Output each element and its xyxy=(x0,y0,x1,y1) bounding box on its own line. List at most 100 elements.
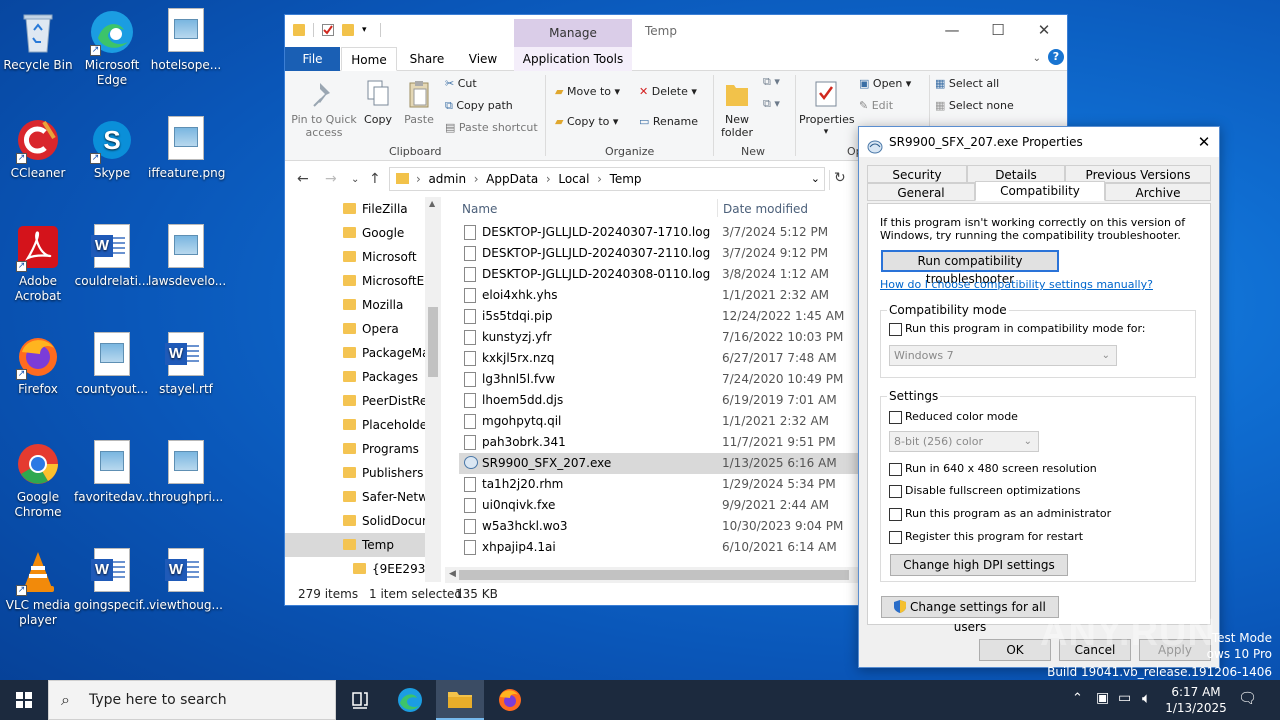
tray-clock[interactable]: 6:17 AM 1/13/2025 xyxy=(1164,684,1228,716)
desktop-icon-throughpri[interactable]: throughpri... xyxy=(148,440,224,505)
file-row[interactable]: ui0nqivk.fxe 9/9/2021 2:44 AM xyxy=(459,495,858,516)
tab-view[interactable]: View xyxy=(457,47,509,71)
navigation-scrollbar[interactable]: ▲ xyxy=(425,197,441,582)
minimize-button[interactable]: — xyxy=(929,15,975,45)
file-row[interactable]: mgohpytq.qil 1/1/2021 2:32 AM xyxy=(459,411,858,432)
scrollbar-thumb[interactable] xyxy=(459,570,849,580)
breadcrumb-local[interactable]: Local xyxy=(558,172,589,186)
tree-item[interactable]: SolidDocum xyxy=(285,509,434,533)
tree-item[interactable]: Mozilla xyxy=(285,293,431,317)
address-bar[interactable]: › admin › AppData › Local › Temp ⌄ xyxy=(389,167,825,191)
tab-general[interactable]: General xyxy=(867,183,975,201)
tab-file[interactable]: File xyxy=(285,47,340,71)
tree-item[interactable]: {9EE293E3- xyxy=(285,557,441,581)
select-all-button[interactable]: ▦ Select all xyxy=(935,77,999,91)
desktop-icon-acrobat[interactable]: ↗ Adobe Acrobat xyxy=(0,224,76,304)
file-row[interactable]: w5a3hckl.wo3 10/30/2023 9:04 PM xyxy=(459,516,858,537)
tree-item[interactable]: Opera xyxy=(285,317,431,341)
select-none-button[interactable]: ▦ Select none xyxy=(935,99,1014,113)
file-row[interactable]: kxkjl5rx.nzq 6/27/2017 7:48 AM xyxy=(459,348,858,369)
desktop-icon-stayel[interactable]: W stayel.rtf xyxy=(148,332,224,397)
breadcrumb-temp[interactable]: Temp xyxy=(610,172,642,186)
desktop-icon-firefox[interactable]: ↗ Firefox xyxy=(0,332,76,397)
new-folder-qa-icon[interactable] xyxy=(342,24,354,36)
tree-item[interactable]: PackageMa xyxy=(285,341,431,365)
compat-mode-select[interactable]: Windows 7 ⌄ xyxy=(889,345,1117,366)
tab-home[interactable]: Home xyxy=(341,47,397,71)
tree-item[interactable]: Google xyxy=(285,221,431,245)
file-row[interactable]: ta1h2j20.rhm 1/29/2024 5:34 PM xyxy=(459,474,858,495)
delete-button[interactable]: ✕ Delete ▾ xyxy=(639,85,697,99)
taskbar-file-explorer[interactable] xyxy=(436,680,484,720)
desktop-icon-favoritedav[interactable]: favoritedav... xyxy=(74,440,153,505)
new-item-button[interactable]: ⧉ ▾ xyxy=(763,75,780,89)
taskbar-firefox[interactable] xyxy=(486,680,534,720)
rename-button[interactable]: ▭ Rename xyxy=(639,115,698,129)
file-row[interactable]: DESKTOP-JGLLJLD-20240308-0110.log 3/8/202… xyxy=(459,264,858,285)
desktop-icon-recycle-bin[interactable]: Recycle Bin xyxy=(0,8,76,73)
tab-archive[interactable]: Archive xyxy=(1105,183,1211,201)
run-troubleshooter-button[interactable]: Run compatibility troubleshooter xyxy=(881,250,1059,286)
desktop-icon-skype[interactable]: S ↗ Skype xyxy=(74,116,150,181)
high-dpi-button[interactable]: Change high DPI settings xyxy=(890,554,1068,576)
file-row[interactable]: SR9900_SFX_207.exe 1/13/2025 6:16 AM xyxy=(459,453,858,474)
tree-item[interactable]: MicrosoftEd xyxy=(285,269,432,293)
desktop-icon-countyout[interactable]: countyout... xyxy=(74,332,150,397)
file-row[interactable]: eloi4xhk.yhs 1/1/2021 2:32 AM xyxy=(459,285,858,306)
manage-context-tab[interactable]: Manage xyxy=(514,19,632,47)
close-button[interactable]: ✕ xyxy=(1189,127,1219,157)
file-row[interactable]: pah3obrk.341 11/7/2021 9:51 PM xyxy=(459,432,858,453)
back-arrow-icon[interactable]: ← xyxy=(297,171,309,187)
tab-application-tools[interactable]: Application Tools xyxy=(514,47,632,71)
task-view-button[interactable] xyxy=(336,680,384,720)
file-row[interactable]: xhpajip4.1ai 6/10/2021 6:14 AM xyxy=(459,537,858,558)
file-row[interactable]: kunstyzj.yfr 7/16/2022 10:03 PM xyxy=(459,327,858,348)
notification-icon[interactable]: 🗨︎ xyxy=(1238,689,1257,707)
tray-chevron-icon[interactable]: ⌃ xyxy=(1072,691,1083,706)
desktop-icon-goingspecif[interactable]: W goingspecif... xyxy=(74,548,154,613)
chevron-down-icon[interactable]: ⌄ xyxy=(1033,53,1041,64)
tray-volume-icon[interactable]: 🔈︎ xyxy=(1142,689,1151,707)
tree-item[interactable]: PeerDistRep xyxy=(285,389,435,413)
desktop-icon-vlc[interactable]: ↗ VLC media player xyxy=(0,548,76,628)
tab-share[interactable]: Share xyxy=(401,47,453,71)
recent-chevron-icon[interactable]: ⌄ xyxy=(351,174,359,185)
properties-button[interactable]: Properties ▾ xyxy=(799,79,855,139)
forward-arrow-icon[interactable]: → xyxy=(325,171,337,187)
column-name[interactable]: Name xyxy=(462,202,497,216)
scrollbar-thumb[interactable] xyxy=(428,307,438,377)
maximize-button[interactable]: ☐ xyxy=(975,15,1021,45)
taskbar-search[interactable]: ⌕ Type here to search xyxy=(48,680,336,720)
tree-item[interactable]: Programs xyxy=(285,437,431,461)
tray-display-icon[interactable]: ▭ xyxy=(1118,690,1131,706)
manual-settings-link[interactable]: How do I choose compatibility settings m… xyxy=(880,278,1153,291)
desktop-icon-hotelsope[interactable]: hotelsope... xyxy=(148,8,224,73)
tree-item[interactable]: FileZilla xyxy=(285,197,431,221)
chevron-down-icon[interactable]: ▾ xyxy=(362,24,372,36)
tray-network-icon[interactable]: ▣ xyxy=(1096,690,1109,706)
breadcrumb-appdata[interactable]: AppData xyxy=(486,172,538,186)
tree-item[interactable]: Publishers xyxy=(285,461,431,485)
desktop-icon-iffeature[interactable]: iffeature.png xyxy=(148,116,225,181)
up-arrow-icon[interactable]: ↑ xyxy=(369,171,381,187)
copy-button[interactable]: Copy xyxy=(359,79,397,126)
pin-quick-access-button[interactable]: Pin to Quick access xyxy=(289,79,359,139)
address-dropdown-icon[interactable]: ⌄ xyxy=(811,168,820,190)
edit-button[interactable]: ✎ Edit xyxy=(859,99,893,113)
taskbar-edge[interactable] xyxy=(386,680,434,720)
tree-item[interactable]: Temp xyxy=(285,533,431,557)
desktop-icon-couldrelati[interactable]: W couldrelati... xyxy=(74,224,150,289)
open-button[interactable]: ▣ Open ▾ xyxy=(859,77,911,91)
column-date-modified[interactable]: Date modified xyxy=(723,202,808,216)
file-row[interactable]: i5s5tdqi.pip 12/24/2022 1:45 AM xyxy=(459,306,858,327)
paste-button[interactable]: Paste xyxy=(400,79,438,126)
desktop-icon-edge[interactable]: ↗ Microsoft Edge xyxy=(74,8,150,88)
help-icon[interactable]: ? xyxy=(1048,49,1064,65)
close-button[interactable]: ✕ xyxy=(1021,15,1067,45)
new-folder-button[interactable]: New folder xyxy=(717,79,757,139)
desktop-icon-ccleaner[interactable]: ↗ CCleaner xyxy=(0,116,76,181)
copy-to-button[interactable]: ▰ Copy to ▾ xyxy=(555,115,618,129)
move-to-button[interactable]: ▰ Move to ▾ xyxy=(555,85,620,99)
refresh-icon[interactable]: ↻ xyxy=(829,170,847,190)
tree-item[interactable]: Placeholder xyxy=(285,413,432,437)
